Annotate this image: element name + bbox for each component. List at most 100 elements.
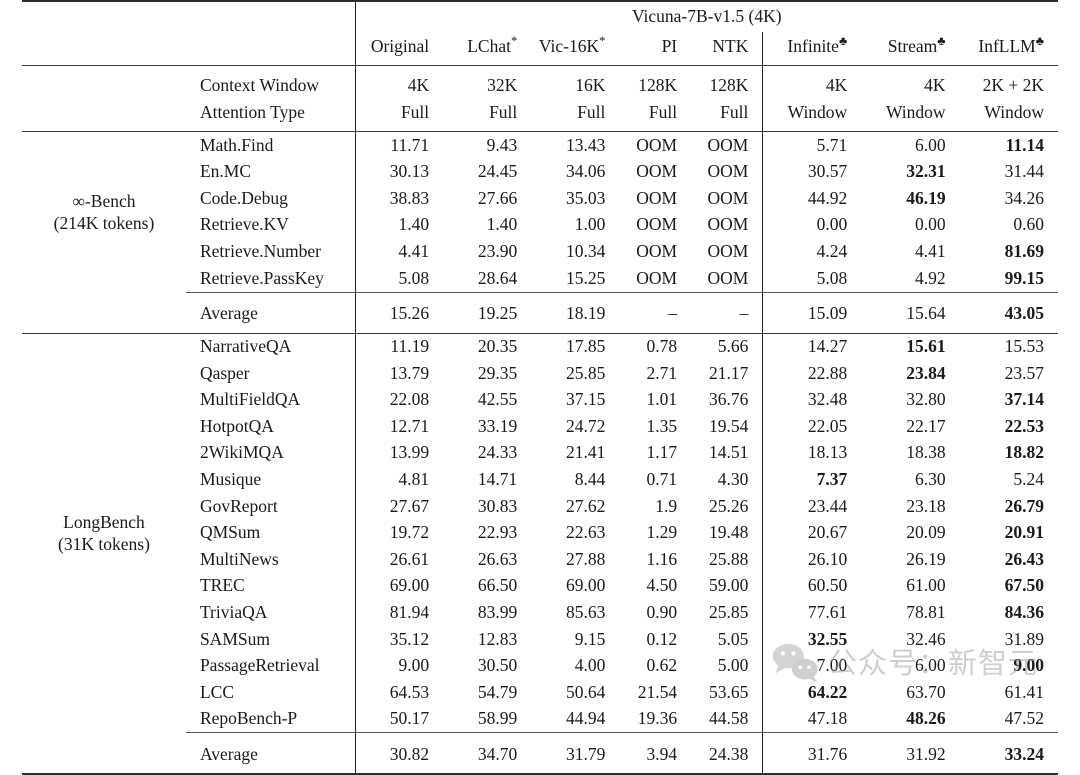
cell-value: 34.26 [1004, 187, 1044, 208]
cell-value: 85.63 [566, 602, 606, 623]
rule-segment [185, 772, 356, 775]
cell-value: 14.51 [708, 442, 749, 463]
cell-value: 0.71 [646, 469, 678, 490]
cell-value: 27.62 [566, 495, 606, 516]
cell-value: 81.94 [354, 599, 444, 627]
column-header-infllm: InfLLM♣ [978, 34, 1044, 57]
cell-value: 4.41 [914, 240, 946, 261]
average-value: 3.94 [646, 743, 678, 764]
cell-value: OOM [636, 187, 678, 208]
benchmark-group-name: LongBench [63, 511, 145, 532]
cell-value: 2.71 [646, 362, 678, 383]
rule-segment [22, 772, 186, 775]
cell-value: 4.81 [354, 466, 444, 494]
average-value: 15.26 [354, 292, 444, 334]
cell-value: 0.60 [1013, 214, 1044, 235]
model-group-header: Vicuna-7B-v1.5 (4K) [354, 2, 1058, 32]
benchmark-group-tokens: (31K tokens) [58, 534, 150, 555]
cell-value: 53.65 [708, 681, 749, 702]
column-header-ntk: NTK [712, 36, 749, 57]
cell-value: 4.92 [914, 267, 946, 288]
cell-value: 48.26 [906, 708, 946, 729]
table-body: Vicuna-7B-v1.5 (4K) Original LChat* Vic-16K… [22, 0, 1058, 775]
cell-value: OOM [636, 161, 678, 182]
cell-value: 1.01 [646, 389, 678, 410]
average-value: 43.05 [1004, 302, 1044, 323]
average-spacer [22, 293, 186, 334]
cell-value: 9.15 [574, 628, 606, 649]
meta-value: 128K [638, 74, 678, 95]
cell-value: 17.85 [566, 336, 606, 357]
meta-value: Full [648, 101, 678, 122]
cell-value: 6.00 [914, 655, 946, 676]
cell-value: 0.62 [646, 655, 678, 676]
cell-value: 20.35 [477, 336, 518, 357]
cell-value: 31.44 [1004, 161, 1044, 182]
cell-value: 30.13 [354, 158, 444, 186]
meta-value: 16K [575, 74, 606, 95]
meta-value: Window [984, 101, 1044, 122]
cell-value: 1.9 [655, 495, 678, 516]
meta-value: Full [720, 101, 749, 122]
cell-value: 11.71 [354, 132, 444, 159]
cell-value: 13.79 [354, 360, 444, 387]
benchmark-group-tokens: (214K tokens) [53, 213, 155, 234]
cell-value: 11.14 [1005, 134, 1044, 155]
cell-value: 9.00 [1013, 655, 1044, 676]
cell-value: 0.78 [646, 336, 678, 357]
cell-value: 27.88 [566, 548, 606, 569]
average-value: 18.19 [566, 302, 606, 323]
cell-value: 35.12 [354, 626, 444, 653]
cell-value: 26.79 [1004, 495, 1044, 516]
task-name: Retrieve.PassKey [199, 267, 324, 288]
cell-value: 30.83 [477, 495, 518, 516]
meta-value: 4K [762, 66, 862, 99]
cell-value: 11.19 [354, 333, 444, 361]
cell-value: 84.36 [1004, 602, 1044, 623]
cell-value: 19.36 [637, 708, 678, 729]
cell-value: 7.37 [762, 466, 862, 494]
rule-segment [861, 772, 960, 775]
cell-value: 67.50 [1004, 575, 1044, 596]
benchmark-group-label: ∞-Bench (214K tokens) [22, 132, 186, 292]
task-name: Code.Debug [199, 187, 288, 208]
rule-segment [355, 772, 444, 775]
cell-value: 1.16 [646, 548, 678, 569]
cell-value: OOM [707, 214, 749, 235]
column-header-stream: Stream♣ [887, 34, 946, 57]
cell-value: 0.00 [762, 211, 862, 239]
cell-value: 59.00 [708, 575, 749, 596]
average-value: 34.70 [477, 743, 518, 764]
rule-segment [531, 772, 620, 775]
cell-value: 22.93 [477, 522, 518, 543]
cell-value: 1.29 [646, 522, 678, 543]
asterisk-marker-icon: * [510, 34, 518, 49]
cell-value: 35.03 [566, 187, 606, 208]
cell-value: 66.50 [477, 575, 518, 596]
benchmark-group-label: LongBench (31K tokens) [22, 334, 186, 733]
cell-value: 20.09 [906, 522, 946, 543]
column-header-vic-16k: Vic-16K* [538, 34, 606, 57]
cell-value: 9.00 [354, 652, 444, 680]
rule-segment [619, 772, 692, 775]
cell-value: 21.17 [708, 362, 749, 383]
task-name: GovReport [199, 495, 278, 516]
average-row: Average 30.82 34.70 31.79 3.94 24.38 31.76 31.9… [22, 733, 1058, 774]
task-name: En.MC [199, 161, 252, 182]
meta-value: Full [354, 99, 444, 132]
cell-value: 19.48 [708, 522, 749, 543]
cell-value: 60.50 [762, 572, 862, 600]
cell-value: OOM [707, 187, 749, 208]
cell-value: 0.12 [646, 628, 678, 649]
header-spacer [186, 2, 355, 32]
average-label: Average [199, 743, 258, 764]
cell-value: 4.30 [717, 469, 749, 490]
cell-value: 22.88 [762, 360, 862, 387]
cell-value: 12.83 [477, 628, 518, 649]
cell-value: 29.35 [477, 362, 518, 383]
column-header-lchat: LChat* [467, 34, 518, 57]
cell-value: OOM [707, 161, 749, 182]
cell-value: 22.53 [1004, 415, 1044, 436]
average-value: 30.82 [354, 733, 444, 774]
cell-value: OOM [636, 240, 678, 261]
